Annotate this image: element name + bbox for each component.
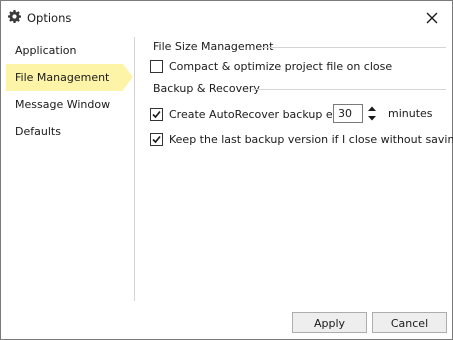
sidebar-item-label: File Management (15, 71, 110, 84)
options-dialog: Options Application File Management Mess… (0, 0, 453, 340)
autorecover-label: Create AutoRecover backup every (169, 107, 357, 121)
sidebar-item-message-window[interactable]: Message Window (1, 91, 135, 118)
autorecover-checkbox[interactable] (150, 107, 163, 121)
checkmark-icon (152, 135, 161, 143)
compact-checkbox[interactable] (150, 59, 163, 73)
cancel-button[interactable]: Cancel (372, 312, 447, 333)
sidebar-item-label: Message Window (15, 98, 111, 111)
keep-last-checkbox[interactable] (150, 132, 163, 146)
autorecover-minutes-input[interactable] (333, 104, 363, 123)
apply-button[interactable]: Apply (292, 312, 367, 333)
gear-icon (8, 10, 21, 23)
window-title: Options (27, 11, 72, 25)
spin-up-icon[interactable] (365, 104, 379, 113)
sidebar-nav: Application File Management Message Wind… (1, 37, 135, 145)
sidebar-item-label: Defaults (15, 125, 61, 138)
keep-last-option-row: Keep the last backup version if I close … (150, 131, 453, 147)
spin-down-icon[interactable] (365, 114, 379, 123)
title-bar: Options (1, 1, 452, 34)
sidebar-item-label: Application (15, 44, 77, 57)
minutes-label: minutes (388, 107, 433, 120)
section-divider (252, 89, 446, 90)
sidebar-item-application[interactable]: Application (1, 37, 135, 64)
compact-label: Compact & optimize project file on close (169, 59, 393, 73)
section-title: File Size Management (153, 40, 274, 53)
close-icon (426, 12, 438, 23)
sidebar-divider (134, 37, 135, 301)
keep-last-label: Keep the last backup version if I close … (169, 132, 453, 146)
autorecover-option-row: Create AutoRecover backup every (150, 106, 357, 122)
section-divider (262, 47, 446, 48)
section-title: Backup & Recovery (153, 82, 260, 95)
sidebar-item-file-management[interactable]: File Management (6, 64, 133, 91)
close-button[interactable] (412, 1, 452, 34)
compact-option-row: Compact & optimize project file on close (150, 58, 392, 74)
checkmark-icon (152, 110, 161, 118)
sidebar-item-defaults[interactable]: Defaults (1, 118, 135, 145)
